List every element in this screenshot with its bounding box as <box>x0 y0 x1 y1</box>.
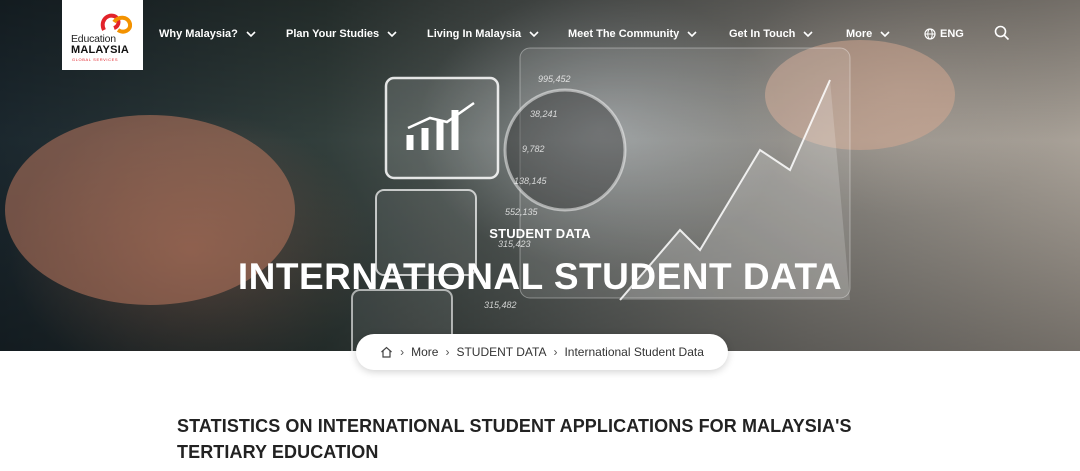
svg-text:138,145: 138,145 <box>514 176 548 186</box>
chevron-down-icon <box>880 30 890 37</box>
nav-item-label: Meet The Community <box>568 28 680 40</box>
chevron-right-icon: › <box>445 345 450 359</box>
nav-item-plan-your-studies[interactable]: Plan Your Studies <box>286 26 397 42</box>
chevron-down-icon <box>529 30 539 37</box>
svg-text:315,482: 315,482 <box>484 300 517 310</box>
hero-background-image: 995,452 38,241 9,782 138,145 552,135 315… <box>5 40 955 351</box>
logo-text-global-services: GLOBAL SERVICES <box>72 57 119 62</box>
breadcrumb-item-more[interactable]: More <box>411 345 438 359</box>
language-label: ENG <box>940 28 964 40</box>
nav-item-why-malaysia[interactable]: Why Malaysia? <box>159 26 256 42</box>
nav-item-living-in-malaysia[interactable]: Living In Malaysia <box>427 26 539 42</box>
nav-item-meet-the-community[interactable]: Meet The Community <box>568 26 697 42</box>
nav-item-label: More <box>846 28 873 40</box>
chevron-down-icon <box>387 30 397 37</box>
globe-icon <box>924 28 936 40</box>
chevron-down-icon <box>687 30 697 37</box>
breadcrumb-item-student-data[interactable]: STUDENT DATA <box>456 345 546 359</box>
svg-text:995,452: 995,452 <box>538 74 571 84</box>
nav-item-label: Living In Malaysia <box>427 28 522 40</box>
logo-text-malaysia: MALAYSIA <box>71 44 130 56</box>
search-icon[interactable] <box>994 25 1010 41</box>
page-title: INTERNATIONAL STUDENT DATA <box>237 256 843 297</box>
nav-item-more[interactable]: More <box>846 26 890 42</box>
breadcrumb-item-current: International Student Data <box>564 345 704 359</box>
breadcrumb: › More › STUDENT DATA › International St… <box>356 334 728 370</box>
svg-text:552,135: 552,135 <box>505 207 539 217</box>
nav-item-label: Plan Your Studies <box>286 28 380 40</box>
nav-item-label: Get In Touch <box>729 28 796 40</box>
svg-text:9,782: 9,782 <box>522 144 545 154</box>
nav-item-get-in-touch[interactable]: Get In Touch <box>729 26 813 42</box>
education-malaysia-logo[interactable]: Education MALAYSIA GLOBAL SERVICES <box>62 0 143 70</box>
svg-text:38,241: 38,241 <box>530 109 558 119</box>
hero-banner: 995,452 38,241 9,782 138,145 552,135 315… <box>0 0 1080 351</box>
chevron-down-icon <box>246 30 256 37</box>
chevron-right-icon: › <box>400 345 405 359</box>
chevron-down-icon <box>803 30 813 37</box>
home-icon[interactable] <box>380 346 393 358</box>
chevron-right-icon: › <box>553 345 558 359</box>
language-selector[interactable]: ENG <box>924 26 964 42</box>
nav-item-label: Why Malaysia? <box>159 28 238 40</box>
hero-kicker: STUDENT DATA <box>489 226 591 241</box>
section-title: STATISTICS ON INTERNATIONAL STUDENT APPL… <box>177 416 852 462</box>
